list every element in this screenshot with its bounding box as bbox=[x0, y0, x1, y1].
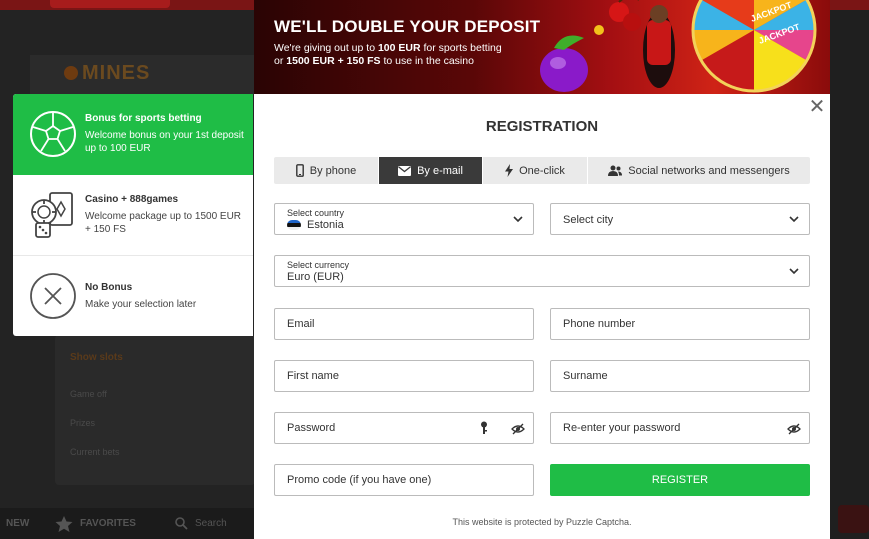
captcha-notice: This website is protected by Puzzle Capt… bbox=[452, 517, 632, 527]
email-field[interactable]: Email bbox=[274, 308, 534, 340]
tab-social-networks[interactable]: Social networks and messengers bbox=[588, 157, 810, 184]
phone-field[interactable]: Phone number bbox=[550, 308, 810, 340]
repassword-placeholder: Re-enter your password bbox=[563, 422, 681, 434]
promo-code-field[interactable]: Promo code (if you have one) bbox=[274, 464, 534, 496]
promo-placeholder: Promo code (if you have one) bbox=[287, 474, 432, 486]
key-icon[interactable] bbox=[479, 421, 489, 435]
phone-placeholder: Phone number bbox=[563, 318, 636, 330]
currency-value: Euro (EUR) bbox=[287, 271, 344, 283]
bonus-description: Welcome package up to 1500 EUR + 150 FS bbox=[85, 211, 242, 235]
bg-panel-title: Show slots bbox=[70, 352, 123, 363]
first-name-placeholder: First name bbox=[287, 370, 339, 382]
bonus-option-sports[interactable]: Bonus for sports betting Welcome bonus o… bbox=[13, 94, 253, 175]
chevron-down-icon bbox=[789, 216, 799, 223]
bg-panel-row: Game off bbox=[70, 389, 107, 399]
bonus-description: Make your selection later bbox=[85, 299, 197, 310]
bg-right-button bbox=[838, 505, 869, 533]
bg-nav-search: Search bbox=[195, 518, 227, 529]
promo-banner: JACKPOT JACKPOT WE'LL DOUBLE YOUR DEPOSI… bbox=[254, 0, 830, 94]
bonus-option-casino[interactable]: Casino + 888games Welcome package up to … bbox=[13, 175, 253, 256]
country-label: Select country bbox=[287, 208, 345, 218]
bonus-selection-panel: Bonus for sports betting Welcome bonus o… bbox=[13, 94, 253, 336]
no-bonus-x-icon bbox=[30, 273, 76, 319]
country-value: Estonia bbox=[287, 219, 344, 231]
email-placeholder: Email bbox=[287, 318, 315, 330]
bg-right-strip bbox=[830, 0, 869, 539]
star-icon bbox=[55, 516, 73, 532]
currency-label: Select currency bbox=[287, 260, 350, 270]
bonus-title: Casino + 888games bbox=[85, 194, 179, 205]
bg-nav-favorites: FAVORITES bbox=[80, 518, 136, 529]
surname-field[interactable]: Surname bbox=[550, 360, 810, 392]
bg-top-button bbox=[50, 0, 170, 8]
country-select[interactable]: Select country Estonia bbox=[274, 203, 534, 235]
casino-chips-cards-icon bbox=[31, 192, 73, 238]
bonus-option-none[interactable]: No Bonus Make your selection later bbox=[13, 256, 253, 336]
tab-by-email[interactable]: By e-mail bbox=[379, 157, 483, 184]
repassword-field[interactable]: Re-enter your password bbox=[550, 412, 810, 444]
search-icon bbox=[175, 517, 188, 530]
banner-text: We're giving out up to 100 EUR for sport… bbox=[274, 42, 502, 67]
bonus-description: Welcome bonus on your 1st deposit up to … bbox=[85, 130, 244, 154]
first-name-field[interactable]: First name bbox=[274, 360, 534, 392]
tab-label: Social networks and messengers bbox=[628, 164, 790, 177]
envelope-icon bbox=[398, 165, 412, 176]
bg-right-top bbox=[830, 0, 869, 10]
bg-panel-row: Prizes bbox=[70, 418, 96, 428]
estonia-flag-icon bbox=[287, 220, 301, 230]
chevron-down-icon bbox=[789, 268, 799, 275]
tab-label: By e-mail bbox=[417, 164, 463, 177]
soccer-ball-icon bbox=[30, 111, 76, 157]
phone-icon bbox=[295, 164, 304, 177]
eye-slash-icon[interactable] bbox=[511, 422, 525, 436]
page-title: REGISTRATION bbox=[485, 118, 599, 135]
tab-by-phone[interactable]: By phone bbox=[274, 157, 379, 184]
bg-panel-row: Current bets bbox=[70, 447, 120, 457]
lightning-icon bbox=[505, 164, 514, 177]
users-icon bbox=[608, 165, 623, 176]
currency-select[interactable]: Select currency Euro (EUR) bbox=[274, 255, 810, 287]
surname-placeholder: Surname bbox=[563, 370, 608, 382]
chevron-down-icon bbox=[513, 216, 523, 223]
registration-modal: JACKPOT JACKPOT WE'LL DOUBLE YOUR DEPOSI… bbox=[254, 0, 830, 539]
register-button[interactable]: REGISTER bbox=[550, 464, 810, 496]
city-placeholder: Select city bbox=[563, 214, 614, 226]
bonus-title: Bonus for sports betting bbox=[85, 113, 202, 124]
tab-label: One-click bbox=[519, 164, 565, 177]
bg-logo: MINES bbox=[64, 62, 150, 85]
close-icon[interactable]: ✕ bbox=[808, 97, 826, 117]
eye-slash-icon[interactable] bbox=[787, 422, 801, 436]
banner-title: WE'LL DOUBLE YOUR DEPOSIT bbox=[274, 17, 541, 36]
bg-nav-new: NEW bbox=[6, 518, 30, 529]
tab-one-click[interactable]: One-click bbox=[483, 157, 588, 184]
tab-label: By phone bbox=[309, 164, 357, 177]
banner-artwork: JACKPOT JACKPOT bbox=[540, 0, 817, 93]
city-select[interactable]: Select city bbox=[550, 203, 810, 235]
registration-tabs: By phone By e-mail One-click Social netw… bbox=[274, 157, 810, 184]
password-placeholder: Password bbox=[287, 422, 336, 434]
password-field[interactable]: Password bbox=[274, 412, 534, 444]
bonus-title: No Bonus bbox=[85, 282, 133, 293]
